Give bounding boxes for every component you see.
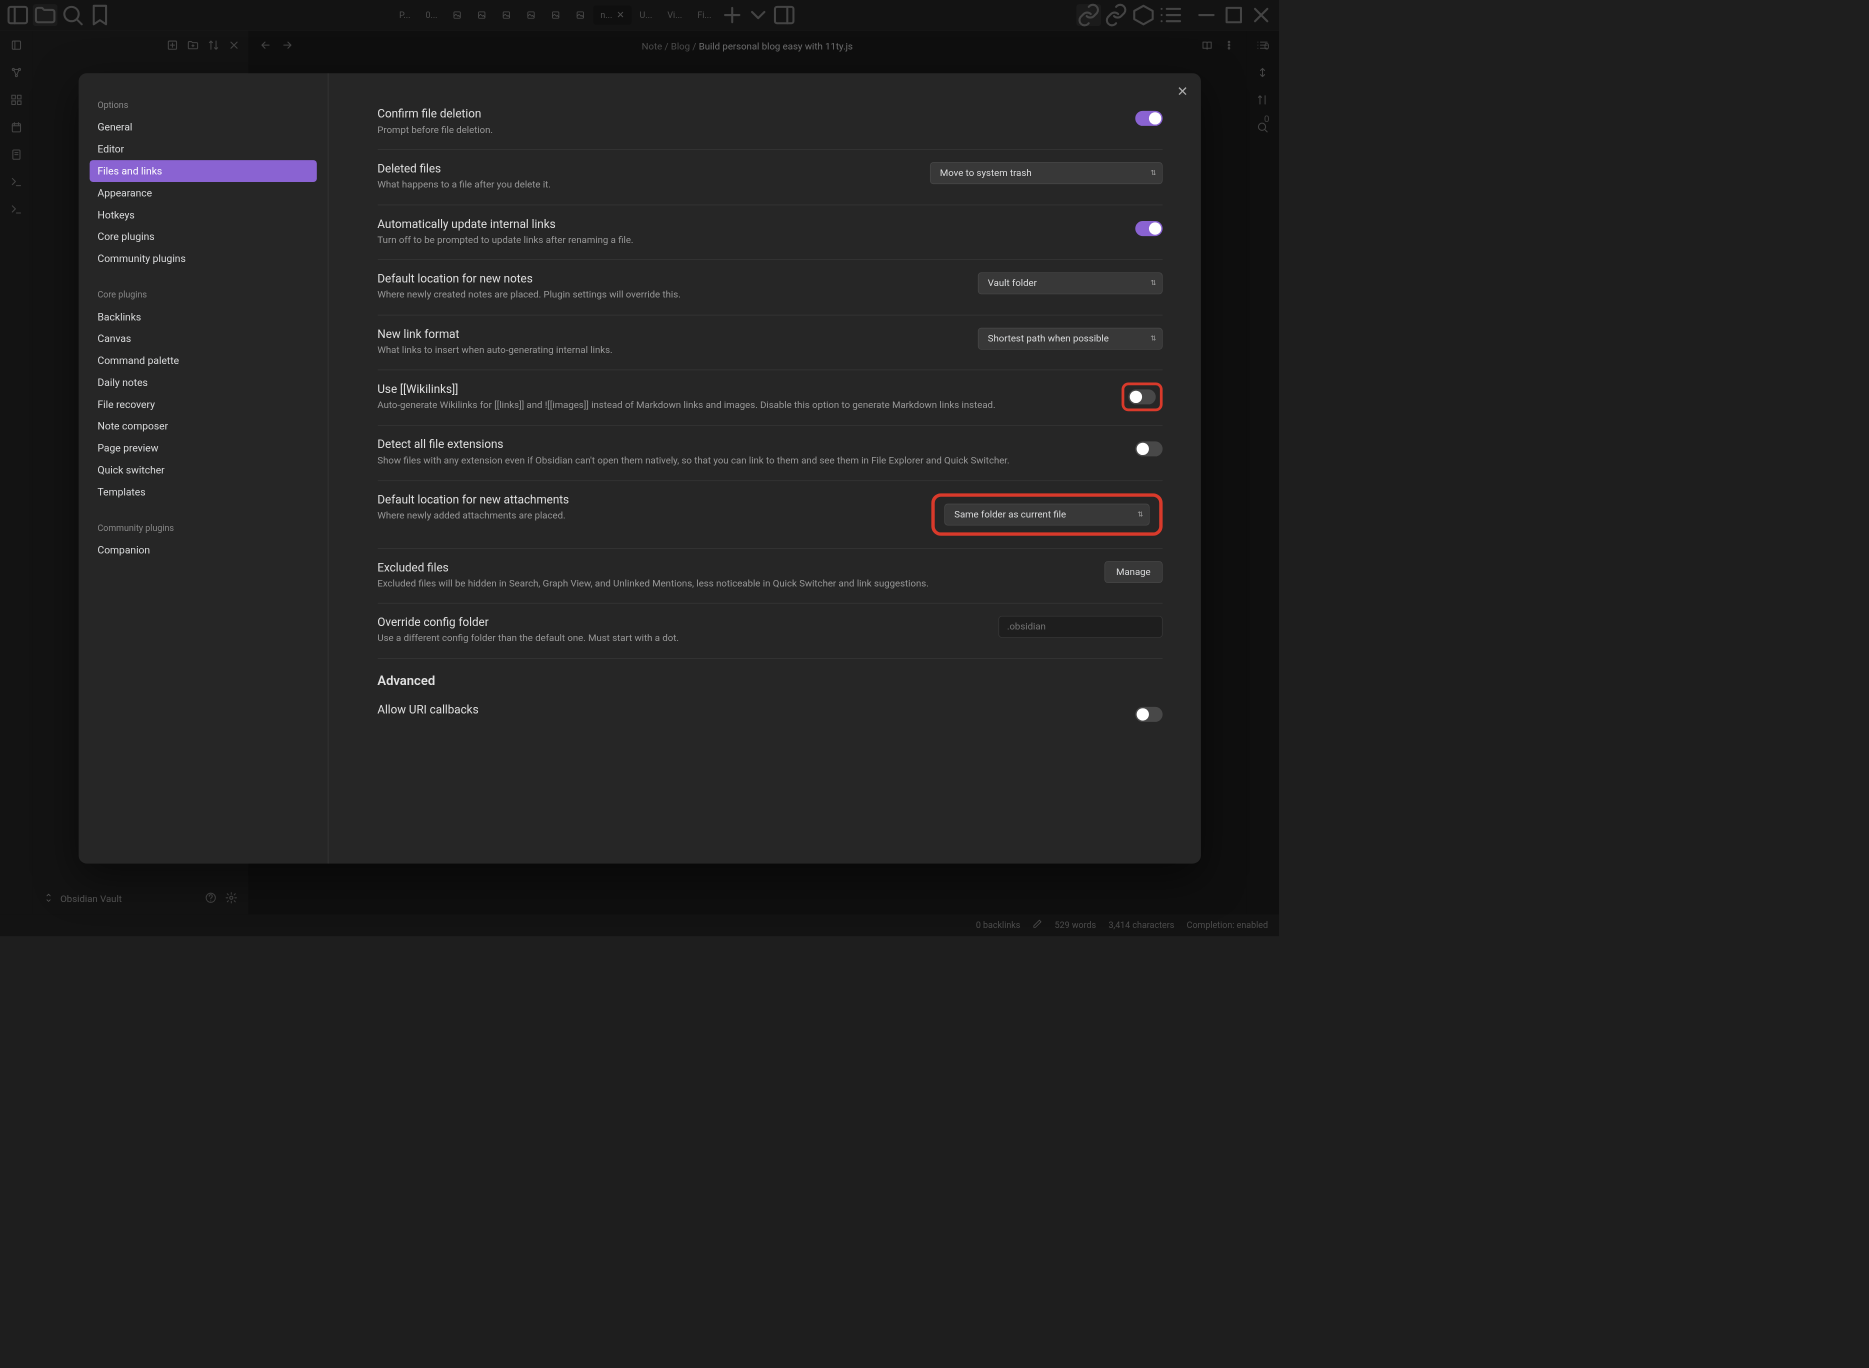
- dropdown-deleted-files[interactable]: Move to system trash: [930, 162, 1163, 184]
- setting-desc: What links to insert when auto-generatin…: [377, 344, 961, 357]
- modal-close-icon[interactable]: ✕: [1177, 82, 1188, 98]
- nav-templates[interactable]: Templates: [89, 481, 316, 503]
- nav-core-plugins[interactable]: Core plugins: [89, 225, 316, 247]
- settings-content: Confirm file deletion Prompt before file …: [328, 73, 1200, 863]
- nav-quick-switcher[interactable]: Quick switcher: [89, 459, 316, 481]
- nav-page-preview[interactable]: Page preview: [89, 437, 316, 459]
- nav-appearance[interactable]: Appearance: [89, 182, 316, 204]
- toggle-auto-update-links[interactable]: [1135, 221, 1162, 236]
- setting-title: Detect all file extensions: [377, 438, 1118, 452]
- config-folder-input[interactable]: [998, 616, 1162, 638]
- settings-modal: ✕ Options General Editor Files and links…: [78, 73, 1200, 863]
- manage-button[interactable]: Manage: [1104, 561, 1162, 583]
- setting-desc: Prompt before file deletion.: [377, 124, 1118, 137]
- nav-section: Core plugins: [89, 284, 316, 305]
- setting-title: Default location for new attachments: [377, 493, 914, 507]
- setting-title: Confirm file deletion: [377, 107, 1118, 121]
- nav-command-palette[interactable]: Command palette: [89, 349, 316, 371]
- setting-desc: Where newly added attachments are placed…: [377, 510, 914, 523]
- nav-section: Community plugins: [89, 518, 316, 539]
- dropdown-default-location[interactable]: Vault folder: [978, 273, 1163, 295]
- setting-desc: What happens to a file after you delete …: [377, 179, 913, 192]
- nav-note-composer[interactable]: Note composer: [89, 415, 316, 437]
- nav-hotkeys[interactable]: Hotkeys: [89, 204, 316, 226]
- highlight-box: Same folder as current file: [931, 493, 1162, 535]
- nav-files-links[interactable]: Files and links: [89, 160, 316, 182]
- nav-companion[interactable]: Companion: [89, 539, 316, 561]
- setting-desc: Show files with any extension even if Ob…: [377, 454, 1118, 467]
- toggle-confirm-deletion[interactable]: [1135, 111, 1162, 126]
- toggle-detect-extensions[interactable]: [1135, 441, 1162, 456]
- setting-title: Deleted files: [377, 162, 913, 176]
- nav-backlinks[interactable]: Backlinks: [89, 306, 316, 328]
- setting-title: Automatically update internal links: [377, 217, 1118, 231]
- setting-desc: Where newly created notes are placed. Pl…: [377, 289, 961, 302]
- setting-desc: Excluded files will be hidden in Search,…: [377, 577, 1088, 590]
- nav-canvas[interactable]: Canvas: [89, 327, 316, 349]
- setting-title: Use [[Wikilinks]]: [377, 383, 1104, 397]
- setting-desc: Auto-generate Wikilinks for [[links]] an…: [377, 399, 1104, 412]
- highlight-box: [1121, 383, 1162, 412]
- toggle-wikilinks[interactable]: [1128, 390, 1155, 405]
- nav-community-plugins[interactable]: Community plugins: [89, 247, 316, 269]
- nav-editor[interactable]: Editor: [89, 138, 316, 160]
- settings-nav: Options General Editor Files and links A…: [78, 73, 328, 863]
- dropdown-link-format[interactable]: Shortest path when possible: [978, 328, 1163, 350]
- modal-overlay: ✕ Options General Editor Files and links…: [0, 0, 1279, 936]
- setting-title: Excluded files: [377, 561, 1088, 575]
- nav-daily-notes[interactable]: Daily notes: [89, 371, 316, 393]
- toggle-uri-callbacks[interactable]: [1135, 707, 1162, 722]
- setting-title: Default location for new notes: [377, 273, 961, 287]
- setting-desc: Turn off to be prompted to update links …: [377, 234, 1118, 247]
- setting-title: Allow URI callbacks: [377, 703, 1118, 717]
- setting-desc: Use a different config folder than the d…: [377, 632, 981, 645]
- nav-general[interactable]: General: [89, 116, 316, 138]
- nav-file-recovery[interactable]: File recovery: [89, 393, 316, 415]
- section-heading: Advanced: [377, 673, 1162, 689]
- setting-title: New link format: [377, 328, 961, 342]
- dropdown-attachment-location[interactable]: Same folder as current file: [944, 503, 1149, 525]
- nav-section: Options: [89, 95, 316, 116]
- setting-title: Override config folder: [377, 616, 981, 630]
